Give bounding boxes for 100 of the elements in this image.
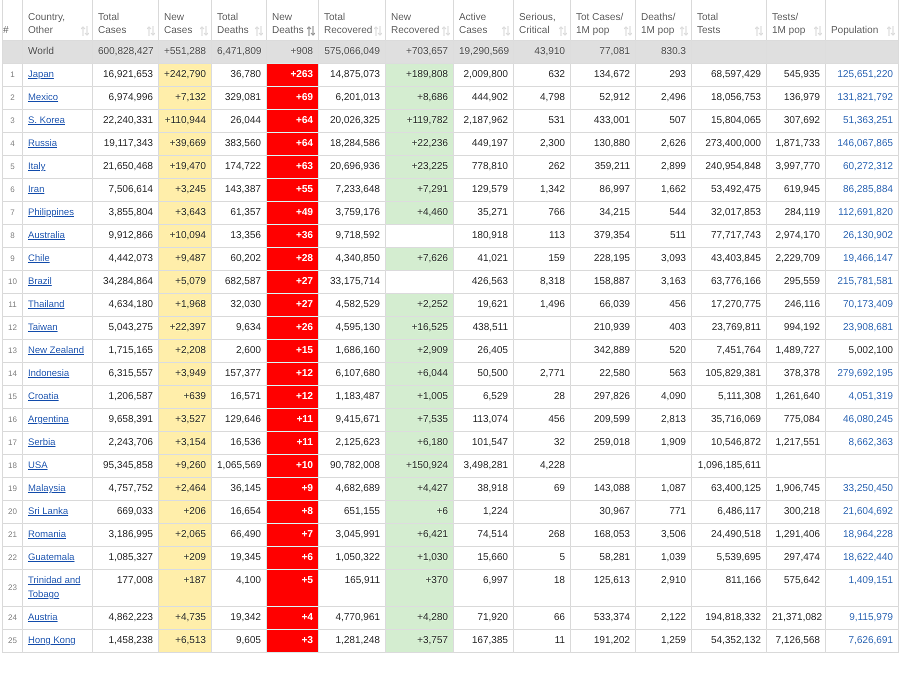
table-cell: 129,579	[454, 178, 514, 202]
table-cell: +22,397	[158, 316, 212, 340]
table-cell: 18,056,753	[692, 86, 766, 110]
table-cell: 113,074	[454, 408, 514, 432]
table-cell: +3,949	[158, 362, 212, 386]
table-cell: 228,195	[570, 248, 636, 270]
table-cell: +370	[386, 570, 454, 606]
table-cell: 273,400,000	[692, 132, 766, 156]
table-cell: 1,096,185,611	[692, 454, 766, 478]
table-cell: 9,718,592	[318, 224, 386, 248]
table-cell: +15	[266, 340, 318, 362]
table-cell: +9	[266, 478, 318, 500]
row-number: 10	[2, 270, 22, 294]
table-cell: +189,808	[386, 64, 454, 86]
table-cell: +3,757	[386, 630, 454, 652]
table-cell: 54,352,132	[692, 630, 766, 652]
table-cell: 4,798	[514, 86, 570, 110]
row-number: 9	[2, 248, 22, 270]
table-cell: +209	[158, 546, 212, 570]
table-cell: +10	[266, 454, 318, 478]
table-cell: 19,290,569	[454, 40, 514, 64]
country-link[interactable]: Italy	[28, 160, 46, 174]
table-cell: 1,409,151	[826, 570, 898, 606]
country-link[interactable]: Iran	[28, 183, 44, 197]
table-cell: 43,403,845	[692, 248, 766, 270]
table-cell: 11	[514, 630, 570, 652]
table-cell: 2,009,800	[454, 64, 514, 86]
table-cell: 259,018	[570, 432, 636, 454]
table-cell: 3,997,770	[766, 156, 826, 178]
table-cell: 194,818,332	[692, 606, 766, 630]
table-cell: 5	[514, 546, 570, 570]
table-cell: 295,559	[766, 270, 826, 294]
table-cell: +6,044	[386, 362, 454, 386]
table-cell: 2,122	[636, 606, 692, 630]
table-cell: +6,513	[158, 630, 212, 652]
table-cell: +1,968	[158, 294, 212, 316]
country-link[interactable]: USA	[28, 459, 48, 473]
table-cell: 215,781,581	[826, 270, 898, 294]
table-cell: +16,525	[386, 316, 454, 340]
table-cell: 7,126,568	[766, 630, 826, 652]
table-cell: 22,580	[570, 362, 636, 386]
table-cell: +4	[266, 606, 318, 630]
table-cell: 180,918	[454, 224, 514, 248]
table-cell: 18	[514, 570, 570, 606]
table-cell: 35,716,069	[692, 408, 766, 432]
table-cell: 6,471,809	[212, 40, 266, 64]
table-cell: 2,187,962	[454, 110, 514, 132]
table-cell: 43,910	[514, 40, 570, 64]
table-cell: +64	[266, 132, 318, 156]
column-header[interactable]: #	[3, 24, 9, 37]
country-link[interactable]: Chile	[28, 252, 50, 266]
table-cell: +7,132	[158, 86, 212, 110]
row-number: 11	[2, 294, 22, 316]
table-cell: 438,511	[454, 316, 514, 340]
table-cell: 766	[514, 202, 570, 224]
table-cell: 66,039	[570, 294, 636, 316]
row-number: 12	[2, 316, 22, 340]
table-cell: +36	[266, 224, 318, 248]
table-cell: 86,285,884	[826, 178, 898, 202]
table-cell: +551,288	[158, 40, 212, 64]
table-cell: +110,944	[158, 110, 212, 132]
table-cell: 30,967	[570, 500, 636, 524]
table-cell: 545,935	[766, 64, 826, 86]
table-cell: 1,261,640	[766, 386, 826, 408]
table-cell: 359,211	[570, 156, 636, 178]
table-cell: 297,474	[766, 546, 826, 570]
table-cell: +5,079	[158, 270, 212, 294]
row-number: 19	[2, 478, 22, 500]
sort-icon[interactable]	[307, 26, 315, 36]
table-cell: 1,496	[514, 294, 570, 316]
table-cell: 830.3	[636, 40, 692, 64]
row-number: 2	[2, 86, 22, 110]
table-cell: 51,363,251	[826, 110, 898, 132]
table-cell: +11	[266, 432, 318, 454]
table-cell: +64	[266, 110, 318, 132]
table-cell: +3	[266, 630, 318, 652]
table-cell: 449,197	[454, 132, 514, 156]
table-cell: +8	[266, 500, 318, 524]
table-cell: 3,498,281	[454, 454, 514, 478]
table-cell: 41,021	[454, 248, 514, 270]
table-cell: 1,039	[636, 546, 692, 570]
table-cell: +9,487	[158, 248, 212, 270]
table-cell: 444,902	[454, 86, 514, 110]
table-cell: 284,119	[766, 202, 826, 224]
table-cell: +11	[266, 408, 318, 432]
table-cell: 6,529	[454, 386, 514, 408]
table-cell: 63,400,125	[692, 478, 766, 500]
table-cell: +2,464	[158, 478, 212, 500]
table-cell: +2,208	[158, 340, 212, 362]
table-cell: 191,202	[570, 630, 636, 652]
table-cell: +7	[266, 524, 318, 546]
table-cell: 159	[514, 248, 570, 270]
table-cell: 433,001	[570, 110, 636, 132]
table-cell: World	[22, 40, 92, 64]
table-cell: 1,489,727	[766, 340, 826, 362]
table-cell: 158,887	[570, 270, 636, 294]
table-cell: +27	[266, 294, 318, 316]
table-cell: +28	[266, 248, 318, 270]
table-cell: +8,686	[386, 86, 454, 110]
table-cell: 300,218	[766, 500, 826, 524]
